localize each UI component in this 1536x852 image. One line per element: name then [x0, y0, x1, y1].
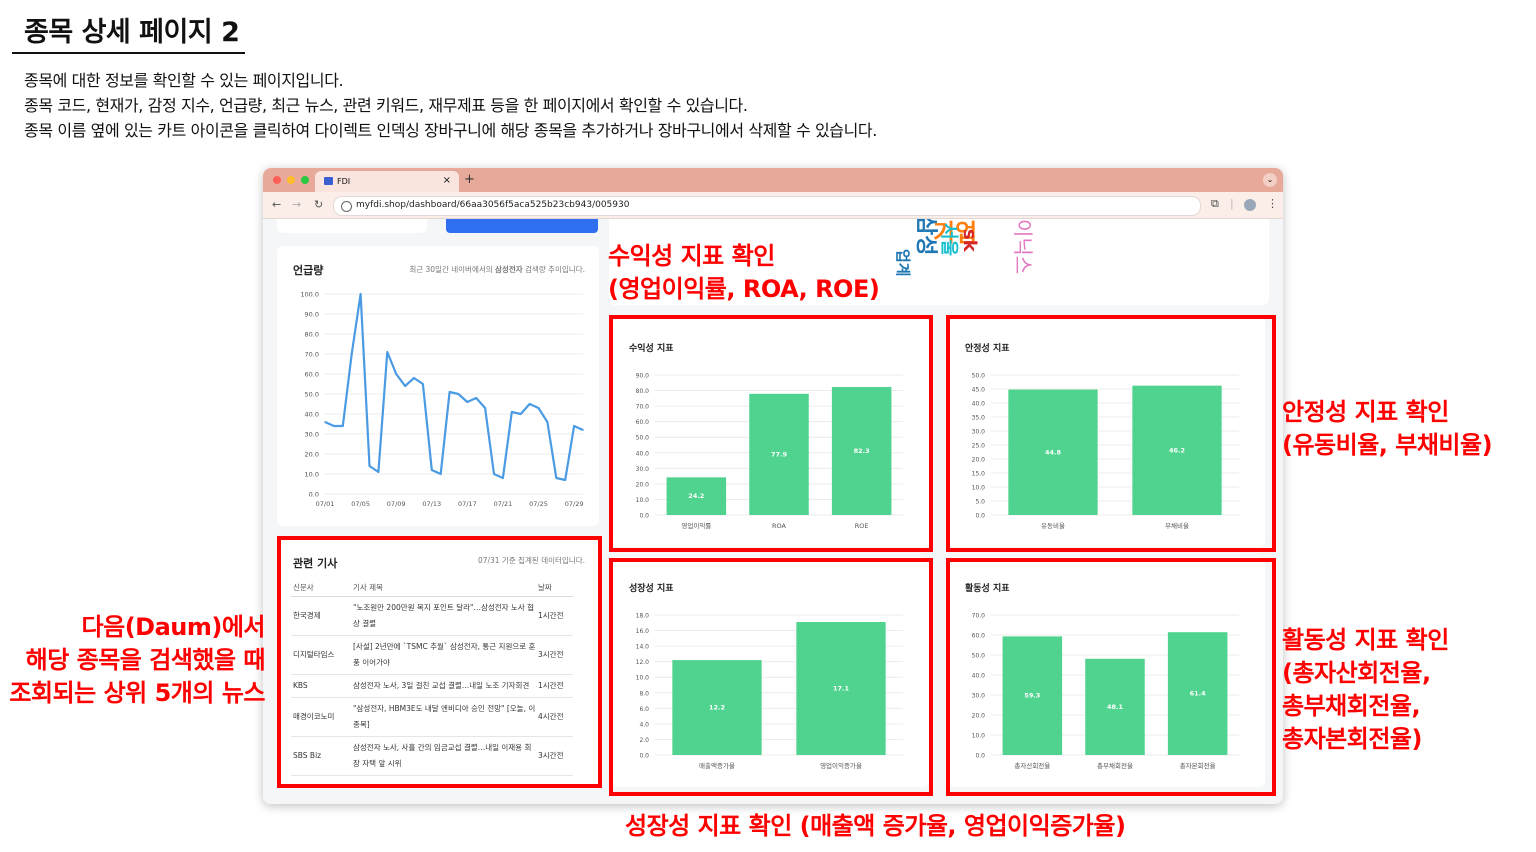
mentions-data-point [324, 421, 326, 423]
mentions-data-point [413, 377, 415, 379]
annotation-growth: 성장성 지표 확인 (매출액 증가율, 영업이익증가율) [625, 812, 1126, 840]
tab-title: FDI [337, 177, 351, 186]
wordcloud-word: 업계 [894, 249, 912, 277]
growth-highlight-box [609, 558, 933, 796]
url-text[interactable]: myfdi.shop/dashboard/66aa3056f5aca525b23… [356, 200, 629, 210]
y-tick-label: 100.0 [300, 291, 319, 299]
mentions-data-point [457, 393, 460, 395]
mentions-data-point [359, 293, 362, 295]
extensions-icon[interactable]: ⧉ [1211, 197, 1219, 211]
x-tick-label: 07/17 [458, 500, 477, 508]
y-tick-label: 60.0 [305, 371, 319, 379]
mentions-data-point [395, 373, 397, 375]
annotation-profitability: 수익성 지표 확인 (영업이익률, ROA, ROE) [608, 242, 880, 303]
mentions-data-point [439, 473, 442, 475]
mentions-data-point [404, 385, 406, 387]
mentions-data-point [466, 401, 469, 403]
mentions-data-point [475, 397, 478, 399]
x-tick-label: 07/21 [494, 500, 513, 508]
page-title: 종목 상세 페이지 2 [24, 17, 240, 48]
minimize-window-button[interactable] [287, 176, 295, 184]
mentions-data-point [422, 383, 424, 385]
mentions-data-point [519, 413, 522, 415]
reload-icon[interactable]: ↻ [314, 198, 323, 211]
browser-toolbar: ← → ↻ myfdi.shop/dashboard/66aa3056f5aca… [263, 192, 1283, 219]
y-tick-label: 90.0 [305, 311, 319, 319]
stock-info-card [277, 219, 427, 233]
mentions-data-point [493, 473, 495, 475]
x-tick-label: 07/13 [422, 500, 441, 508]
browser-tab[interactable]: FDI × [315, 171, 459, 192]
mentions-series-line [324, 292, 584, 482]
y-tick-label: 0.0 [309, 491, 319, 499]
mentions-data-point [573, 425, 575, 427]
x-tick-label: 07/29 [565, 500, 584, 508]
description-line-3: 종목 이름 옆에 있는 카트 아이콘을 클릭하여 다이렉트 인덱싱 장바구니에 … [24, 121, 877, 140]
tab-search-icon[interactable]: ⌄ [1263, 173, 1277, 187]
back-icon[interactable]: ← [272, 198, 281, 211]
mentions-data-point [377, 471, 380, 473]
annotation-news: 다음(Daum)에서 해당 종목을 검색했을 때 조회되는 상위 5개의 뉴스 [9, 613, 265, 707]
mentions-data-point [350, 353, 353, 355]
favicon-icon [324, 177, 333, 185]
site-info-icon[interactable] [341, 201, 352, 212]
wordcloud-word: sk [959, 229, 980, 253]
x-tick-label: 07/25 [529, 500, 548, 508]
mentions-data-point [502, 477, 504, 479]
y-tick-label: 50.0 [305, 391, 319, 399]
annotation-stability: 안정성 지표 확인 (유동비율, 부채비율) [1282, 398, 1493, 459]
mentions-card: 언급량 최근 30일간 네이버에서의 삼성전자 검색량 추이입니다. 0.0 10… [277, 246, 599, 526]
maximize-window-button[interactable] [301, 176, 309, 184]
y-tick-label: 20.0 [305, 451, 319, 459]
wordcloud-word: 이닉스 [1011, 219, 1035, 274]
news-highlight-box [277, 536, 602, 788]
address-bar[interactable]: myfdi.shop/dashboard/66aa3056f5aca525b23… [333, 196, 1201, 216]
annotation-activity: 활동성 지표 확인 (총자산회전율, 총부채회전율, 총자본회전율) [1282, 626, 1449, 753]
mentions-data-point [333, 425, 335, 427]
mentions-data-point [564, 479, 567, 481]
y-tick-label: 10.0 [305, 471, 319, 479]
mentions-data-point [528, 403, 531, 405]
description-line-1: 종목에 대한 정보를 확인할 수 있는 페이지입니다. [24, 71, 344, 90]
mentions-data-point [448, 391, 451, 393]
toolbar-divider: | [1230, 197, 1234, 210]
y-tick-label: 70.0 [305, 351, 319, 359]
browser-menu-icon[interactable]: ⋮ [1267, 197, 1278, 210]
wordcloud-word: 서울 [938, 223, 959, 256]
mentions-data-point [555, 477, 558, 479]
x-tick-label: 07/01 [316, 500, 335, 508]
forward-icon[interactable]: → [292, 198, 301, 211]
y-tick-label: 40.0 [305, 411, 319, 419]
mentions-data-point [537, 407, 540, 409]
browser-tab-bar: FDI × + ⌄ [263, 168, 1283, 192]
x-tick-label: 07/05 [351, 500, 370, 508]
mentions-data-point [430, 469, 433, 471]
activity-highlight-box [946, 558, 1276, 796]
close-window-button[interactable] [273, 176, 281, 184]
profitability-highlight-box [609, 315, 933, 552]
mentions-data-point [484, 407, 486, 409]
new-tab-icon[interactable]: + [464, 172, 475, 187]
close-tab-icon[interactable]: × [443, 175, 451, 186]
mentions-data-point [546, 421, 549, 423]
description-line-2: 종목 코드, 현재가, 감정 지수, 언급량, 최근 뉴스, 관련 키워드, 재… [24, 96, 748, 115]
title-underline [12, 52, 245, 54]
mentions-data-point [511, 411, 513, 413]
mentions-data-point [582, 429, 584, 431]
profile-avatar[interactable] [1244, 199, 1256, 211]
stability-highlight-box [946, 315, 1276, 552]
action-button[interactable] [446, 219, 598, 233]
mentions-data-point [341, 425, 344, 427]
x-tick-label: 07/09 [387, 500, 406, 508]
mentions-data-point [386, 351, 389, 353]
y-tick-label: 30.0 [305, 431, 319, 439]
mentions-chart: 0.0 10.0 20.0 30.0 40.0 50.0 60.0 70.0 80.0 90.0 1… [300, 291, 584, 508]
mentions-data-point [368, 465, 371, 467]
y-tick-label: 80.0 [305, 331, 319, 339]
